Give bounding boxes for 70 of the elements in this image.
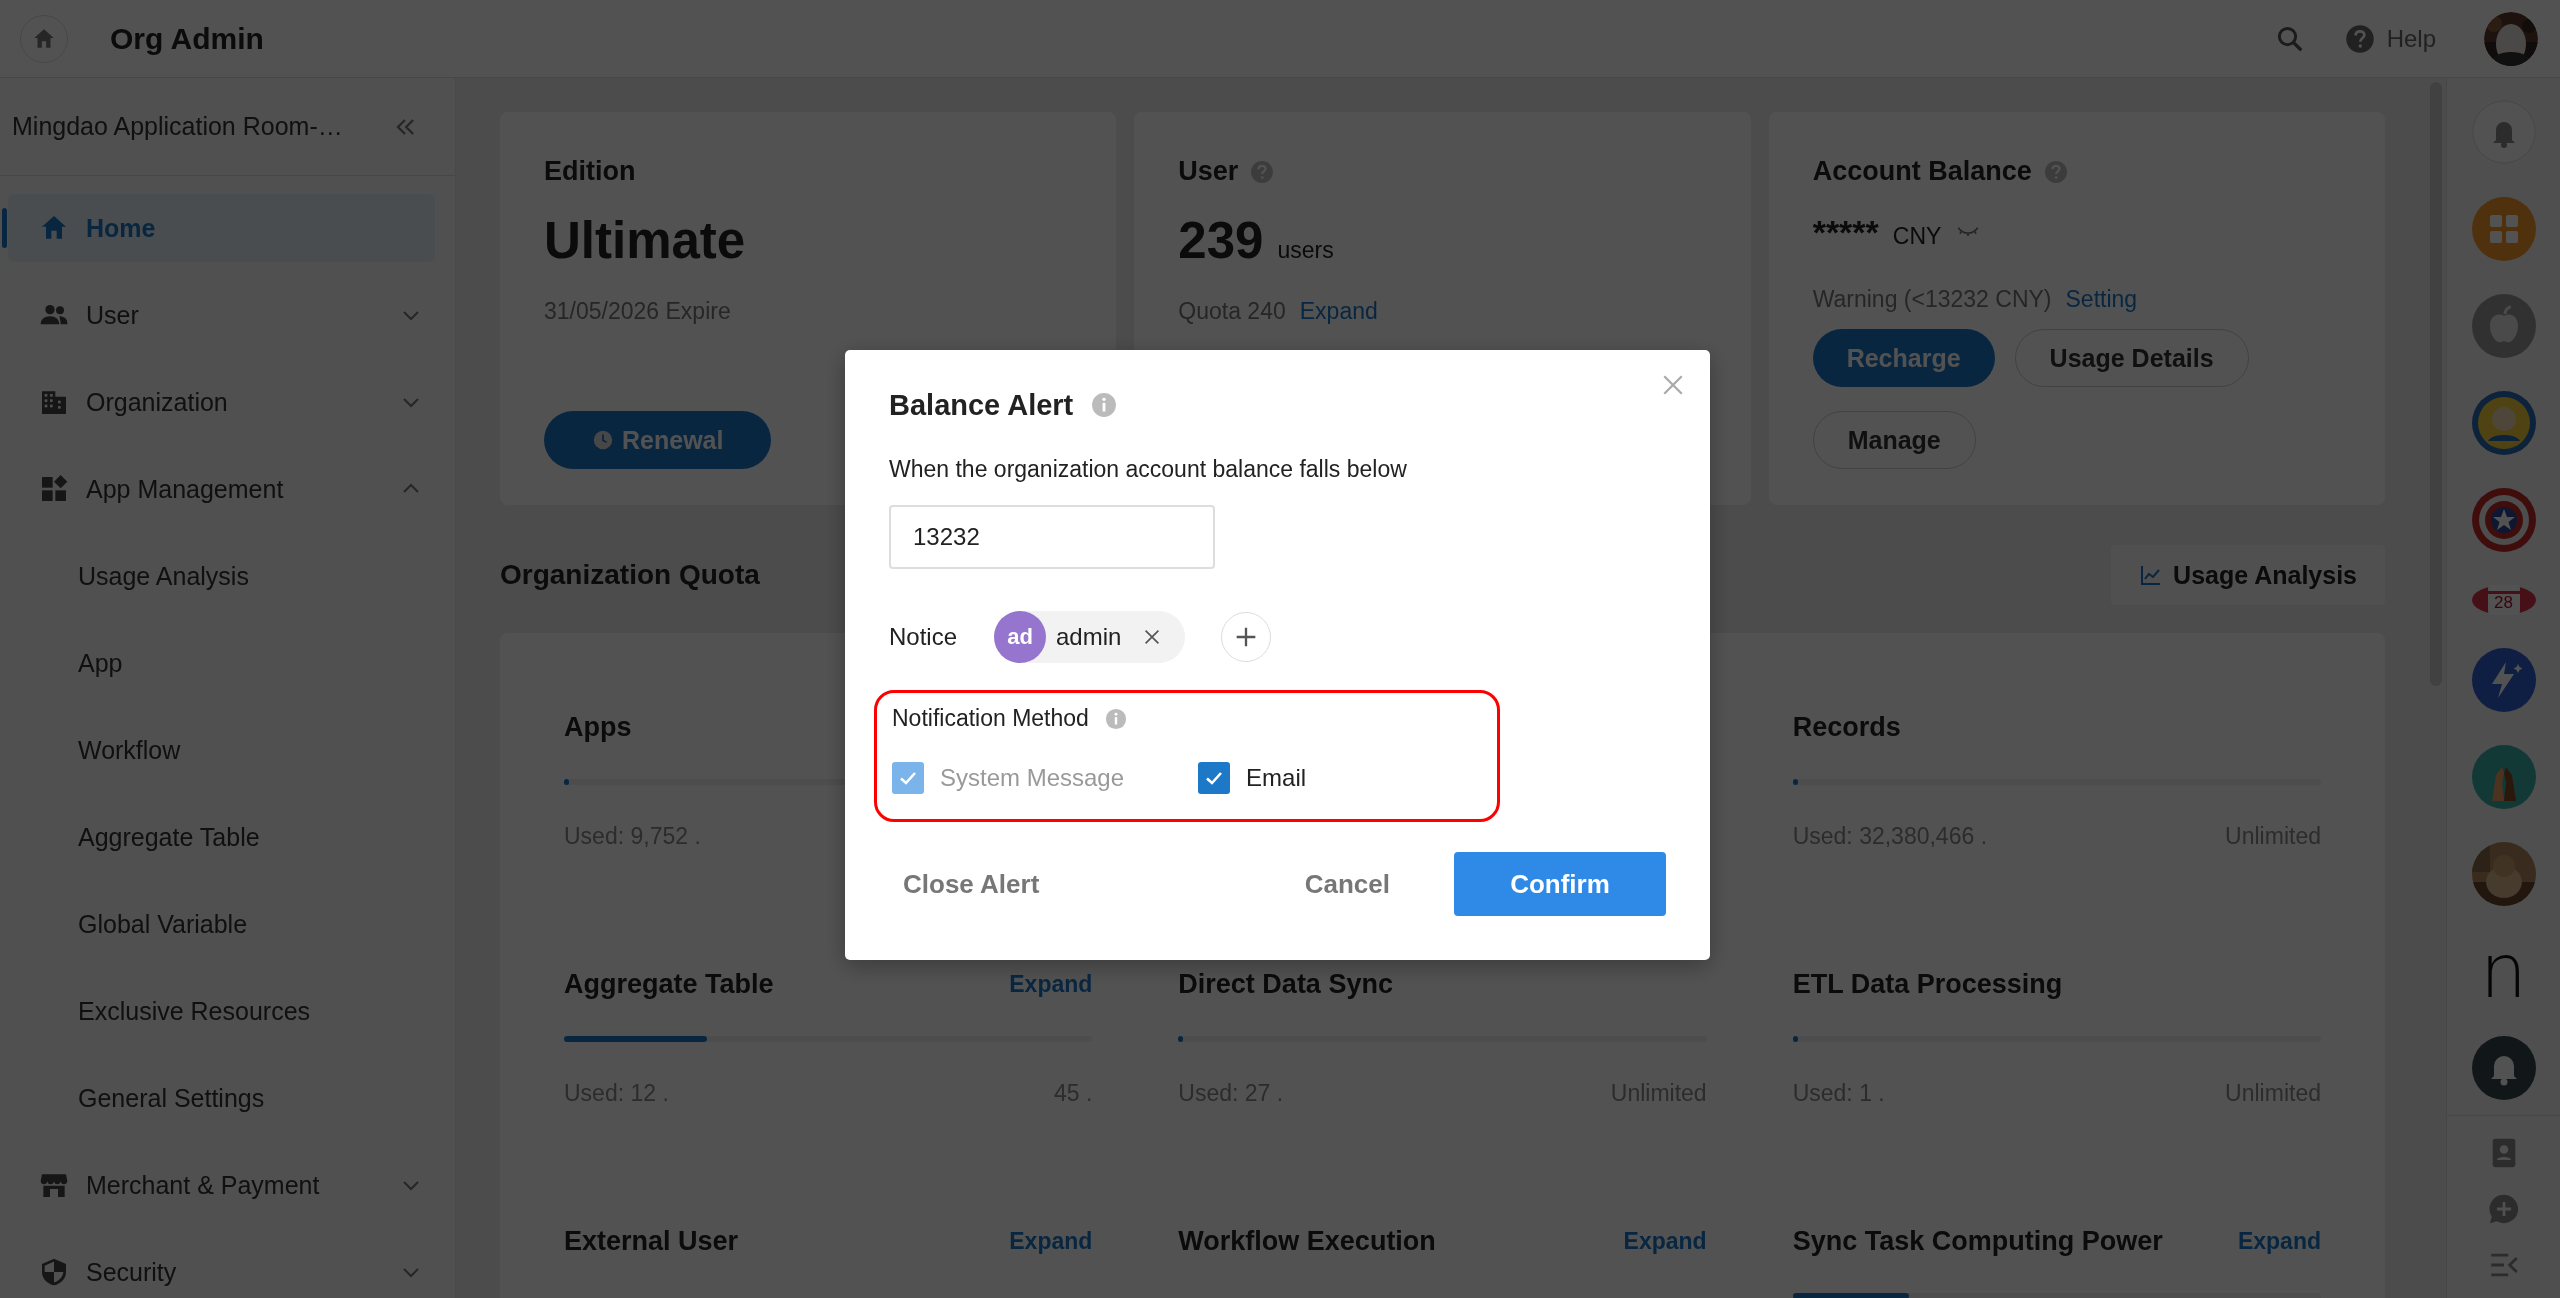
notice-label: Notice [889, 623, 959, 651]
clock-icon [592, 429, 614, 451]
nav-item[interactable]: App Management [8, 455, 435, 523]
calendar-app-icon[interactable]: 28 [2471, 585, 2536, 615]
dialog-description: When the organization account balance falls below [889, 456, 1408, 483]
setting-link[interactable]: Setting [2065, 286, 2138, 313]
nav-item[interactable]: Organization [8, 368, 435, 436]
calendar-date: 28 [2487, 585, 2520, 615]
quota-title: Records [1792, 711, 1901, 743]
quota-title: External User [564, 1225, 739, 1257]
nav-subitem[interactable]: App [8, 629, 435, 697]
add-button[interactable] [1221, 612, 1272, 662]
nav-subitem[interactable]: Aggregate Table [8, 803, 435, 871]
info-icon[interactable] [1091, 392, 1118, 418]
shield-badge-icon[interactable] [2471, 488, 2536, 552]
nav-item[interactable]: User [8, 281, 435, 349]
renewal-button[interactable]: Renewal [544, 411, 772, 469]
nav-item[interactable]: Merchant & Payment [8, 1151, 435, 1219]
usage-analysis-button[interactable]: Usage Analysis [2111, 545, 2385, 605]
apple-icon[interactable] [2471, 294, 2536, 358]
checkbox[interactable] [1198, 762, 1231, 794]
app-title: Org Admin [110, 21, 264, 56]
lightning-icon[interactable] [2471, 648, 2536, 712]
confirm-button[interactable]: Confirm [1454, 852, 1666, 916]
nav-item[interactable]: Security [8, 1238, 435, 1298]
user-count: 239 [1178, 211, 1264, 270]
expand-link[interactable]: Expand [1623, 1227, 1707, 1255]
action-button[interactable]: Manage [1812, 411, 1976, 469]
card-title: Account Balance [1812, 156, 2032, 187]
badge-icon[interactable] [2471, 391, 2536, 455]
card-title: User [1178, 156, 1239, 187]
section-title: Organization Quota [500, 559, 760, 591]
card-title: Edition [544, 156, 636, 187]
expand-link[interactable]: Expand [1009, 970, 1093, 998]
grid-app-icon[interactable] [2471, 197, 2536, 261]
quota-title: ETL Data Processing [1792, 968, 2063, 1000]
letter-logo[interactable]: n [2480, 939, 2527, 1003]
recipient-chip[interactable]: ad admin [994, 611, 1186, 663]
info-icon[interactable] [1104, 707, 1127, 730]
text-button[interactable]: Close Alert [889, 852, 1054, 916]
help-icon[interactable] [2344, 23, 2375, 54]
balance-amount: ***** [1812, 213, 1879, 252]
currency: CNY [1892, 223, 1942, 250]
threshold-field[interactable]: 13232 [889, 505, 1215, 569]
nav-subitem[interactable]: Exclusive Resources [8, 977, 435, 1045]
nav-subitem[interactable]: General Settings [8, 1064, 435, 1132]
quota-title: Aggregate Table [564, 968, 774, 1000]
count-unit: users [1277, 237, 1334, 264]
nav-subitem[interactable]: Usage Analysis [8, 542, 435, 610]
checkbox-label[interactable]: Email [1198, 762, 1307, 794]
expand-link[interactable]: Expand [1299, 298, 1378, 325]
quota-title: Apps [564, 711, 632, 743]
quota-title: Direct Data Sync [1178, 968, 1393, 1000]
action-button[interactable]: Usage Details [2014, 329, 2249, 387]
bell-icon[interactable] [2471, 100, 2536, 164]
quota-title: Sync Task Computing Power [1792, 1225, 2163, 1257]
dialog-title: Balance Alert [889, 388, 1074, 422]
expand-link[interactable]: Expand [1009, 1227, 1093, 1255]
edition-name: Ultimate [544, 211, 746, 270]
expand-link[interactable]: Expand [2237, 1227, 2321, 1255]
quota-title: Workflow Execution [1178, 1225, 1436, 1257]
avatar: ad [994, 611, 1046, 663]
notification-icon[interactable] [2471, 1036, 2536, 1100]
action-button[interactable]: Recharge [1812, 329, 1995, 387]
nav-subitem[interactable]: Global Variable [8, 890, 435, 958]
chat-add-icon[interactable] [2486, 1192, 2521, 1226]
organization-name[interactable]: Mingdao Application Room-… [12, 112, 343, 141]
text-button[interactable]: Cancel [1290, 852, 1404, 916]
section-label: Notification Method [892, 705, 1089, 732]
nav-subitem[interactable]: Workflow [8, 716, 435, 784]
